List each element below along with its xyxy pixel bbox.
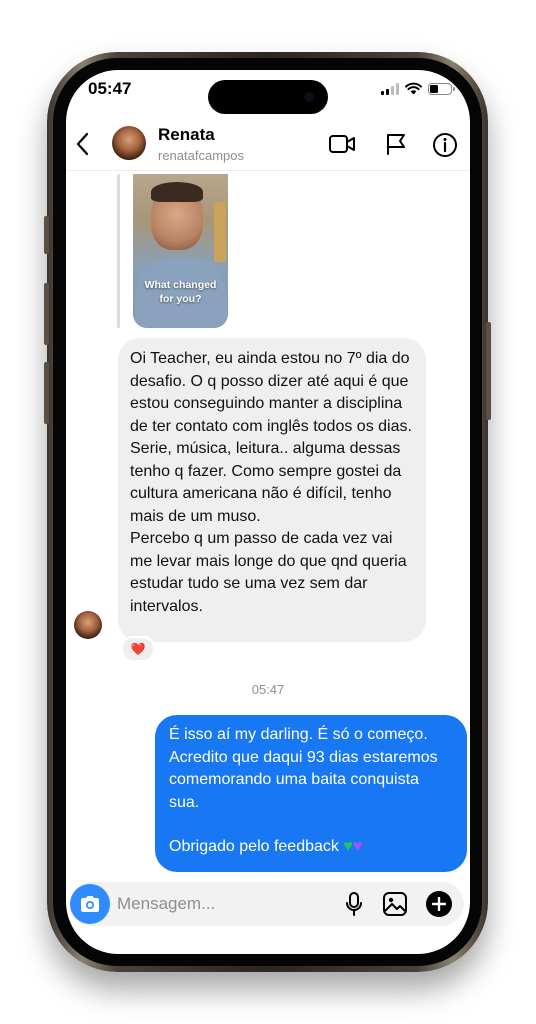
battery-icon bbox=[428, 82, 455, 95]
back-icon[interactable] bbox=[74, 132, 92, 156]
contact-username[interactable]: renatafcampos bbox=[158, 148, 244, 163]
outgoing-message-paragraph: É isso aí my darling. É só o começo. Acr… bbox=[169, 726, 438, 811]
reply-thread-line bbox=[117, 174, 120, 328]
incoming-message-paragraph: Oi Teacher, eu ainda estou no 7º dia do … bbox=[130, 350, 412, 525]
cellular-signal-icon bbox=[381, 82, 399, 95]
heart-reaction[interactable]: ❤️ bbox=[121, 636, 155, 662]
contact-name[interactable]: Renata bbox=[158, 125, 215, 145]
power-button bbox=[486, 322, 491, 420]
volume-up-button bbox=[44, 283, 49, 345]
screen: 05:47 Renata renatafcampos What changed … bbox=[66, 70, 470, 954]
video-call-icon[interactable] bbox=[328, 132, 356, 156]
message-composer: Mensagem... bbox=[70, 882, 464, 926]
status-time: 05:47 bbox=[88, 79, 132, 98]
status-icons bbox=[381, 82, 455, 95]
green-heart-icon: ♥ bbox=[343, 838, 353, 855]
wifi-icon bbox=[405, 82, 422, 95]
volume-down-button bbox=[44, 362, 49, 424]
story-caption: What changed for you? bbox=[144, 279, 217, 305]
dynamic-island bbox=[208, 80, 328, 114]
story-reply-thumbnail[interactable]: What changed for you? bbox=[133, 174, 228, 328]
message-input[interactable]: Mensagem... bbox=[117, 894, 215, 914]
sender-avatar[interactable] bbox=[74, 611, 102, 639]
incoming-message-bubble[interactable]: Oi Teacher, eu ainda estou no 7º dia do … bbox=[118, 338, 426, 642]
camera-icon bbox=[81, 896, 99, 912]
gallery-icon[interactable] bbox=[382, 891, 408, 917]
avatar[interactable] bbox=[112, 126, 146, 160]
plus-icon bbox=[432, 897, 446, 911]
action-button bbox=[44, 216, 49, 254]
outgoing-message-paragraph: Obrigado pelo feedback ♥♥ bbox=[169, 838, 363, 855]
message-timestamp: 05:47 bbox=[251, 682, 285, 697]
outgoing-message-bubble[interactable]: É isso aí my darling. É só o começo. Acr… bbox=[155, 715, 467, 872]
incoming-message-paragraph: Percebo q um passo de cada vez vai me le… bbox=[130, 530, 407, 615]
plus-button[interactable] bbox=[426, 891, 452, 917]
purple-heart-icon: ♥ bbox=[352, 838, 363, 855]
info-icon[interactable] bbox=[432, 132, 458, 158]
camera-button[interactable] bbox=[70, 884, 110, 924]
flag-icon[interactable] bbox=[384, 132, 408, 156]
chat-header: Renata renatafcampos bbox=[66, 120, 470, 171]
microphone-icon[interactable] bbox=[344, 891, 364, 917]
